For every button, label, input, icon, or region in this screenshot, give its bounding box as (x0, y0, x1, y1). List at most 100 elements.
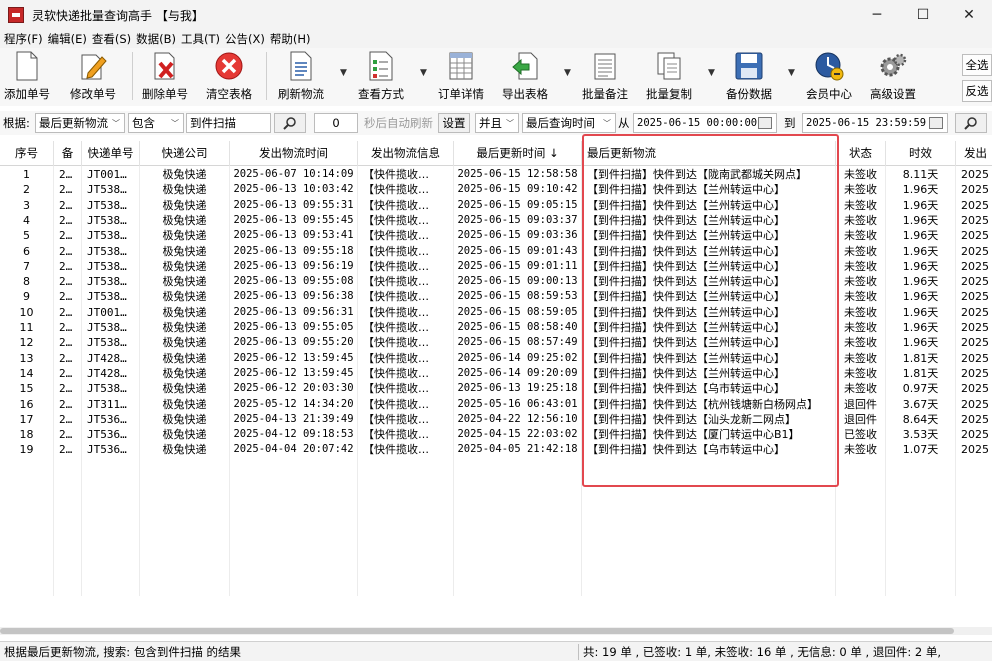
field-select[interactable]: 最后更新物流 ﹀ (35, 113, 125, 133)
search-button[interactable] (274, 113, 306, 133)
table-row[interactable]: 19 2… JT536… 极兔快递 2025-04-04 20:07:42 【快件揽收… 2… (0, 442, 992, 458)
results-table[interactable]: 序号备快递单号 快递公司 发出物流时间 发出物流信息 最后更新时间 ↓ 最后更新物流 状态时… (0, 141, 992, 625)
menu-bar: 程序(F) 编辑(E) 查看(S) 数据(B) 工具(T) 公告(X) 帮助(H… (0, 30, 992, 48)
time-field-select[interactable]: 最后查询时间 ﹀ (522, 113, 616, 133)
logic-select[interactable]: 并且 ﹀ (475, 113, 519, 133)
refresh-logistics-button[interactable]: 刷新物流 (278, 50, 324, 104)
header-col-send-extra[interactable]: 发出 (956, 141, 992, 166)
table-row[interactable]: 6 2… JT538… 极兔快递 2025-06-13 09:55:18 【快件揽收… 20… (0, 243, 992, 259)
menu-data[interactable]: 数据(B) (136, 31, 176, 47)
table-row[interactable]: 2 2… JT538… 极兔快递 2025-06-13 10:03:42 【快件揽收… 20… (0, 182, 992, 198)
view-dropdown-icon[interactable]: ▼ (420, 68, 427, 78)
cell-col-send-time: 2025-05-12 14:34:20 (230, 396, 358, 412)
table-row[interactable]: 14 2… JT428… 极兔快递 2025-06-12 13:59:45 【快件揽收… 2… (0, 365, 992, 382)
magnifier-icon (283, 117, 296, 130)
header-col-send-info[interactable]: 发出物流信息 (358, 141, 454, 166)
copy-documents-icon (654, 50, 684, 82)
table-row[interactable]: 18 2… JT536… 极兔快递 2025-04-12 09:18:53 【快件揽收… 2… (0, 427, 992, 443)
header-col-index[interactable]: 序号 (0, 141, 54, 166)
edit-tracking-button[interactable]: 修改单号 (70, 50, 116, 104)
header-col-note[interactable]: 备 (54, 141, 82, 166)
time-search-button[interactable] (955, 113, 987, 133)
table-row[interactable]: 1 2… JT001… 极兔快递 2025-06-07 10:14:09 【快件揽收… 20… (0, 167, 992, 183)
table-row[interactable]: 16 2… JT311… 极兔快递 2025-05-12 14:34:20 【快件揽收… 2… (0, 396, 992, 412)
table-row[interactable]: 3 2… JT538… 极兔快递 2025-06-13 09:55:31 【快件揽收… 20… (0, 197, 992, 213)
checklist-icon (366, 50, 396, 82)
table-row[interactable]: 11 2… JT538… 极兔快递 2025-06-13 09:55:05 【快件揽收… 2… (0, 320, 992, 336)
to-datetime-picker[interactable]: 2025-06-15 23:59:59 (802, 113, 948, 133)
add-tracking-button[interactable]: 添加单号 (4, 50, 50, 104)
settings-button[interactable]: 设置 (438, 113, 470, 133)
table-row[interactable]: 12 2… JT538… 极兔快递 2025-06-13 09:55:20 【快件揽收… 2… (0, 335, 992, 351)
notepad-icon (590, 50, 620, 82)
refresh-dropdown-icon[interactable]: ▼ (340, 68, 347, 78)
backup-data-button[interactable]: 备份数据 (726, 50, 772, 104)
close-button[interactable]: ✕ (946, 0, 992, 30)
table-row[interactable]: 8 2… JT538… 极兔快递 2025-06-13 09:55:08 【快件揽收… 20… (0, 274, 992, 290)
table-row[interactable]: 17 2… JT536… 极兔快递 2025-04-13 21:39:49 【快件揽收… 2… (0, 411, 992, 428)
cell-col-last-update-info: 【到件扫描】快件到达【乌市转运中心】 (582, 442, 836, 458)
member-center-button[interactable]: 会员中心 (806, 50, 852, 104)
minimize-button[interactable]: ─ (854, 0, 900, 30)
batch-note-button[interactable]: 批量备注 (582, 50, 628, 104)
menu-edit[interactable]: 编辑(E) (48, 31, 87, 47)
cell-col-index: 10 (0, 304, 54, 320)
header-col-status[interactable]: 状态 (836, 141, 886, 166)
cell-col-status: 未签收 (836, 228, 886, 244)
header-col-last-update-time[interactable]: 最后更新时间 ↓ (454, 141, 582, 166)
menu-view[interactable]: 查看(S) (92, 31, 131, 47)
header-col-last-update-info[interactable]: 最后更新物流 (582, 141, 836, 166)
copy-dropdown-icon[interactable]: ▼ (708, 68, 715, 78)
toolbar: 添加单号 修改单号 删除单号 清空表格 刷新物流 ▼ 查看方式 ▼ 订单详情 导… (0, 48, 992, 106)
order-detail-button[interactable]: 订单详情 (438, 50, 484, 104)
view-mode-button[interactable]: 查看方式 (358, 50, 404, 104)
menu-notice[interactable]: 公告(X) (225, 31, 265, 47)
cell-col-send-time: 2025-04-13 21:39:49 (230, 411, 358, 428)
advanced-settings-button[interactable]: 高级设置 (870, 50, 916, 104)
cell-col-index: 6 (0, 243, 54, 259)
refresh-interval-input[interactable]: 0 (314, 113, 358, 133)
menu-tools[interactable]: 工具(T) (181, 31, 220, 47)
table-row[interactable]: 4 2… JT538… 极兔快递 2025-06-13 09:55:45 【快件揽收… 20… (0, 212, 992, 229)
table-row[interactable]: 9 2… JT538… 极兔快递 2025-06-13 09:56:38 【快件揽收… 20… (0, 289, 992, 305)
cell-col-send-info: 【快件揽收… (358, 350, 454, 366)
cell-col-courier: 极兔快递 (140, 381, 230, 397)
cell-col-last-update-time: 2025-04-05 21:42:18 (454, 442, 582, 458)
delete-tracking-button[interactable]: 删除单号 (142, 50, 188, 104)
backup-dropdown-icon[interactable]: ▼ (788, 68, 795, 78)
cell-col-last-update-info: 【到件扫描】快件到达【兰州转运中心】 (582, 197, 836, 213)
export-dropdown-icon[interactable]: ▼ (564, 68, 571, 78)
cell-col-send-info: 【快件揽收… (358, 258, 454, 275)
header-col-send-time[interactable]: 发出物流时间 (230, 141, 358, 166)
header-col-tracking-no[interactable]: 快递单号 (82, 141, 140, 166)
invert-selection-button[interactable]: 反选 (962, 80, 992, 102)
cell-col-last-update-info: 【到件扫描】快件到达【兰州转运中心】 (582, 243, 836, 259)
scrollbar-thumb[interactable] (0, 628, 954, 634)
header-col-courier[interactable]: 快递公司 (140, 141, 230, 166)
cell-col-send-time: 2025-06-13 09:53:41 (230, 228, 358, 244)
cell-col-index: 16 (0, 396, 54, 412)
table-row[interactable]: 5 2… JT538… 极兔快递 2025-06-13 09:53:41 【快件揽收… 20… (0, 228, 992, 244)
condition-select[interactable]: 包含 ﹀ (128, 113, 184, 133)
header-col-duration[interactable]: 时效 (886, 141, 956, 166)
cell-col-status: 退回件 (836, 396, 886, 412)
menu-help[interactable]: 帮助(H) (270, 31, 311, 47)
keyword-input[interactable]: 到件扫描 (186, 113, 271, 133)
table-row[interactable]: 15 2… JT538… 极兔快递 2025-06-12 20:03:30 【快件揽收… 2… (0, 381, 992, 397)
cell-col-send-extra: 2025 (956, 427, 992, 442)
horizontal-scrollbar[interactable] (0, 627, 992, 635)
menu-program[interactable]: 程序(F) (4, 31, 43, 47)
cell-col-last-update-time: 2025-06-15 09:01:43 (454, 243, 582, 259)
batch-copy-button[interactable]: 批量复制 (646, 50, 692, 104)
cell-col-duration: 1.96天 (886, 197, 956, 213)
table-row[interactable]: 7 2… JT538… 极兔快递 2025-06-13 09:56:19 【快件揽收… 20… (0, 258, 992, 275)
from-datetime-picker[interactable]: 2025-06-15 00:00:00 (633, 113, 777, 133)
count-summary-status: 共: 19 单 , 已签收: 1 单, 未签收: 16 单 , 无信息: 0 单… (578, 644, 941, 660)
clear-table-button[interactable]: 清空表格 (206, 50, 252, 104)
cell-col-index: 17 (0, 411, 54, 428)
select-all-button[interactable]: 全选 (962, 54, 992, 76)
export-table-button[interactable]: 导出表格 (502, 50, 548, 104)
table-row[interactable]: 10 2… JT001… 极兔快递 2025-06-13 09:56:31 【快件揽收… 2… (0, 304, 992, 320)
table-row[interactable]: 13 2… JT428… 极兔快递 2025-06-12 13:59:45 【快件揽收… 2… (0, 350, 992, 366)
maximize-button[interactable]: ☐ (900, 0, 946, 30)
